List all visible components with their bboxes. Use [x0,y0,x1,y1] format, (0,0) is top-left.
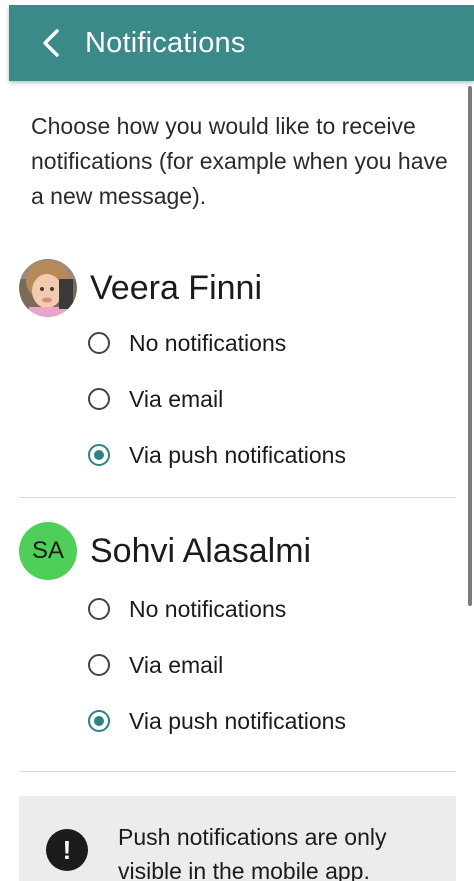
radio-button-selected[interactable] [88,710,110,732]
option-no-notifications[interactable]: No notifications [88,589,286,629]
option-no-notifications[interactable]: No notifications [88,323,286,363]
page-title: Notifications [85,26,246,59]
avatar [19,259,77,317]
divider [19,497,456,498]
radio-button[interactable] [88,598,110,620]
option-via-email[interactable]: Via email [88,645,223,685]
option-label: No notifications [129,329,287,356]
back-button[interactable] [27,19,75,67]
option-label: Via email [129,651,224,678]
info-box: ! Push notifications are only visible in… [19,796,456,881]
avatar: SA [19,522,77,580]
radio-selected-dot [94,716,104,726]
option-label: No notifications [129,595,287,622]
option-label: Via push notifications [129,441,346,468]
scrollbar[interactable] [468,86,472,606]
avatar-photo [19,259,77,317]
option-label: Via push notifications [129,707,346,734]
divider [19,771,456,772]
notification-settings: Choose how you would like to receive not… [0,81,468,881]
radio-button-selected[interactable] [88,444,110,466]
radio-selected-dot [94,450,104,460]
option-label: Via email [129,385,224,412]
chevron-left-icon [43,29,59,57]
info-text: Push notifications are only visible in t… [118,824,387,881]
app-header: Notifications [9,5,474,81]
person-name: Sohvi Alasalmi [90,531,312,570]
person-name: Veera Finni [90,268,262,307]
intro-text: Choose how you would like to receive not… [31,113,448,209]
radio-button[interactable] [88,332,110,354]
option-via-email[interactable]: Via email [88,379,223,419]
option-via-push[interactable]: Via push notifications [88,435,346,475]
radio-button[interactable] [88,388,110,410]
person-header: Veera Finni [19,258,262,318]
option-via-push[interactable]: Via push notifications [88,701,346,741]
radio-button[interactable] [88,654,110,676]
person-header: SA Sohvi Alasalmi [19,521,311,581]
exclamation-icon: ! [46,829,88,871]
